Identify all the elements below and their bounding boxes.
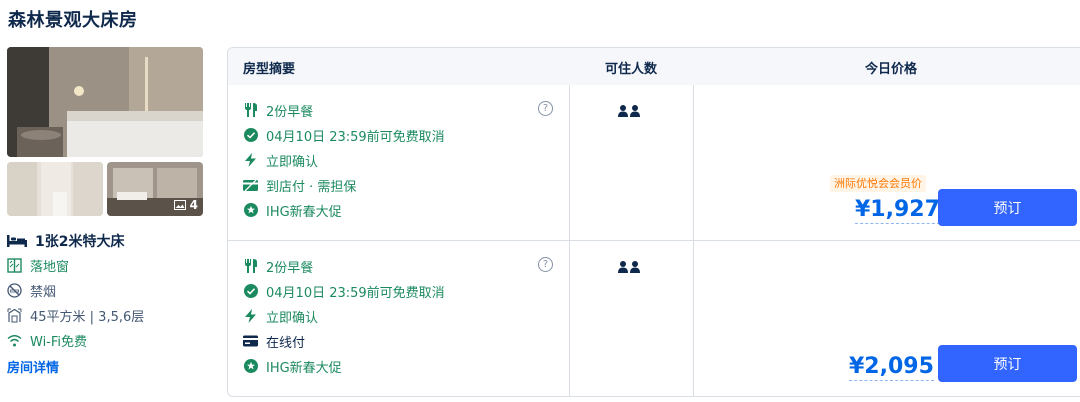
feature-window-label: 落地窗 — [30, 260, 70, 275]
guest-capacity — [618, 105, 640, 117]
photo-count-label: 4 — [189, 198, 198, 212]
help-icon[interactable]: ? — [538, 101, 553, 116]
policy-free-cancel[interactable]: 04月10日 23:59前可免费取消 — [243, 126, 445, 145]
column-divider — [569, 241, 570, 396]
room-title: 森林景观大床房 — [8, 10, 138, 31]
policy-free-cancel-label: 04月10日 23:59前可免费取消 — [266, 129, 445, 145]
check-circle-icon — [243, 128, 258, 142]
table-header: 房型摘要 可住人数 今日价格 — [228, 48, 1080, 85]
feature-area: 45平方米 | 3,5,6层 — [7, 306, 144, 325]
price[interactable]: ¥2,095 — [849, 354, 934, 381]
member-price-badge: 洲际优悦会会员价 — [830, 175, 926, 192]
bathroom-photo — [7, 162, 103, 216]
card-icon — [243, 335, 258, 347]
policy-promotion-label: IHG新春大促 — [266, 204, 342, 220]
header-guests: 可住人数 — [605, 62, 658, 77]
policy-instant-confirm: 立即确认 — [243, 307, 319, 326]
lightning-icon — [245, 309, 256, 323]
lightning-icon — [245, 153, 256, 167]
book-button[interactable]: 预订 — [938, 189, 1077, 226]
policy-online-pay-label: 在线付 — [266, 335, 306, 351]
policy-promotion: IHG新春大促 — [243, 357, 342, 376]
feature-wifi-label: Wi-Fi免费 — [30, 335, 88, 350]
help-icon[interactable]: ? — [538, 257, 553, 272]
wifi-icon — [7, 335, 22, 347]
bed-icon — [7, 235, 27, 247]
policy-promotion: IHG新春大促 — [243, 201, 342, 220]
policy-instant-confirm-label: 立即确认 — [266, 310, 319, 326]
policy-promotion-label: IHG新春大促 — [266, 360, 342, 376]
column-divider — [693, 241, 694, 396]
price[interactable]: ¥1,927 — [855, 197, 940, 224]
dining-icon — [245, 259, 257, 273]
rate-row: 2份早餐 04月10日 23:59前可免费取消 立即确认 到店付 · 需担保 I… — [228, 85, 1080, 241]
room-photo-vanity[interactable]: 4 — [107, 162, 203, 216]
rate-table: 房型摘要 可住人数 今日价格 2份早餐 04月10日 23:59前可免费取消 立… — [227, 47, 1080, 397]
policy-breakfast-label: 2份早餐 — [266, 260, 314, 276]
check-circle-icon — [243, 284, 258, 298]
policy-online-pay: 在线付 — [243, 332, 306, 351]
room-detail-link[interactable]: 房间详情 — [7, 357, 59, 376]
room-photo-bathroom[interactable] — [7, 162, 103, 216]
header-summary: 房型摘要 — [243, 62, 296, 77]
no-smoking-icon — [7, 283, 22, 298]
window-icon — [7, 258, 22, 273]
policy-instant-confirm-label: 立即确认 — [266, 154, 319, 170]
policy-breakfast-label: 2份早餐 — [266, 104, 314, 120]
person-icon — [630, 105, 640, 117]
policy-pay-at-hotel-label: 到店付 · 需担保 — [266, 179, 357, 195]
column-divider — [693, 85, 694, 240]
person-icon — [630, 261, 640, 273]
policy-free-cancel[interactable]: 04月10日 23:59前可免费取消 — [243, 282, 445, 301]
rate-row: 2份早餐 04月10日 23:59前可免费取消 立即确认 在线付 IHG新春大促… — [228, 241, 1080, 396]
feature-area-label: 45平方米 | 3,5,6层 — [30, 310, 145, 325]
bed-label: 1张2米特大床 — [35, 234, 125, 250]
feature-no-smoking-label: 禁烟 — [30, 285, 57, 300]
book-button[interactable]: 预订 — [938, 345, 1077, 382]
star-badge-icon — [243, 203, 258, 217]
area-icon — [7, 308, 22, 323]
person-icon — [618, 261, 628, 273]
feature-wifi: Wi-Fi免费 — [7, 331, 87, 350]
policy-free-cancel-label: 04月10日 23:59前可免费取消 — [266, 285, 445, 301]
guest-capacity — [618, 261, 640, 273]
star-badge-icon — [243, 359, 258, 373]
policy-pay-at-hotel: 到店付 · 需担保 — [243, 176, 357, 195]
person-icon — [618, 105, 628, 117]
bedroom-photo — [7, 47, 203, 157]
policy-instant-confirm: 立即确认 — [243, 151, 319, 170]
feature-window: 落地窗 — [7, 256, 69, 275]
header-price: 今日价格 — [865, 62, 918, 77]
feature-no-smoking: 禁烟 — [7, 281, 56, 300]
policy-breakfast: 2份早餐 — [243, 257, 314, 276]
dining-icon — [245, 103, 257, 117]
pay-at-hotel-icon — [243, 179, 258, 191]
photo-count: 4 — [173, 198, 198, 212]
bed-info: 1张2米特大床 — [7, 231, 124, 251]
image-icon — [173, 200, 186, 210]
policy-breakfast: 2份早餐 — [243, 101, 314, 120]
column-divider — [569, 85, 570, 240]
room-photo-main[interactable] — [7, 47, 203, 157]
